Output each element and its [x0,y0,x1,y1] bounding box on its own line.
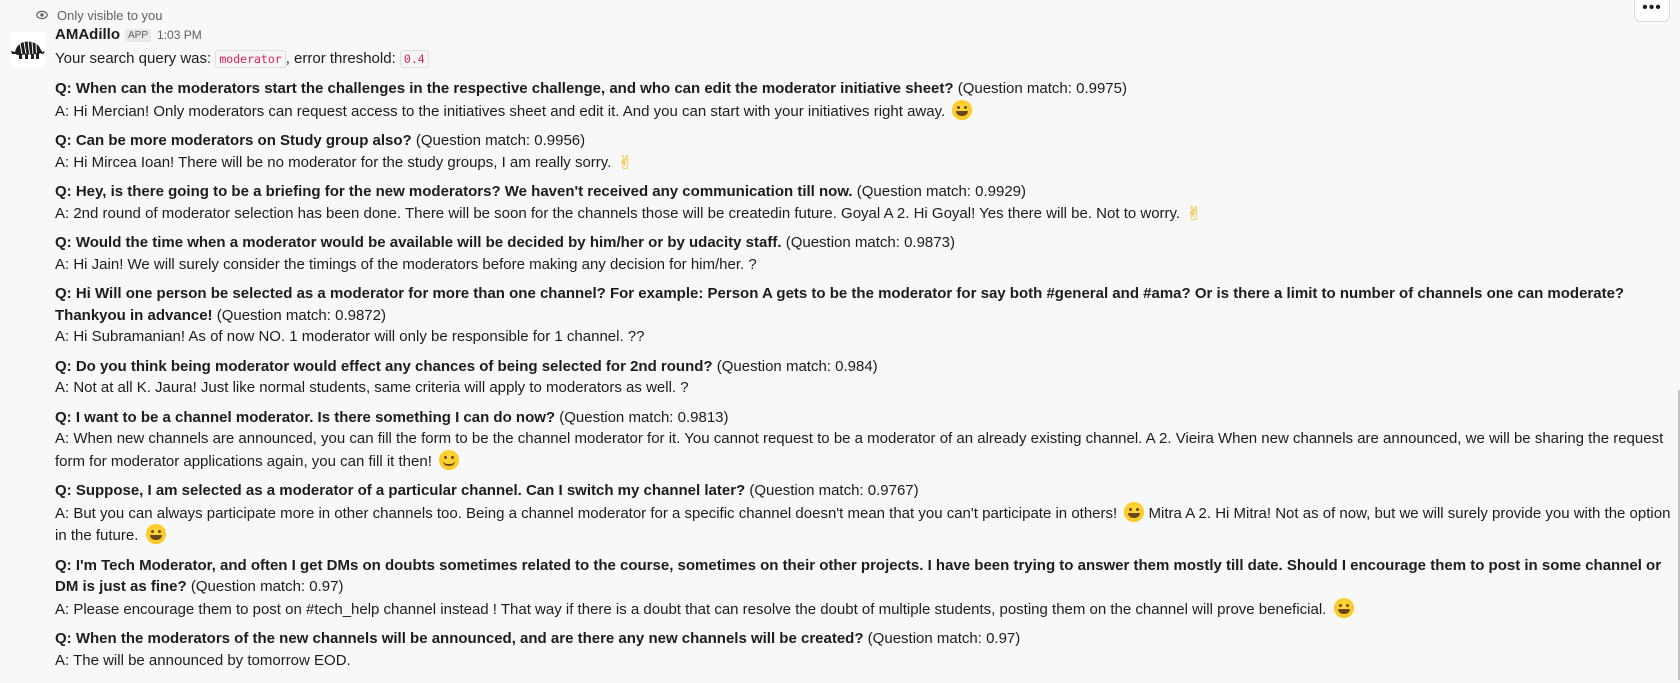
sender-name[interactable]: AMAdillo [55,26,120,43]
question-text: Q: When can the moderators start the cha… [55,80,954,97]
question-text: Q: Do you think being moderator would ef… [55,357,713,375]
question: Q: Hi Will one person be selected as a m… [55,283,1672,326]
answer: A: The will be announced by tomorrow EOD… [55,650,1672,672]
question-text: Q: Suppose, I am selected as a moderator… [55,482,746,499]
qa-item: Q: Would the time when a moderator would… [55,232,1672,275]
question: Q: Suppose, I am selected as a moderator… [55,480,1672,502]
question-match: (Question match: 0.9929) [852,183,1027,200]
question-match: (Question match: 0.984) [712,357,878,375]
grinning-face-emoji [952,99,973,120]
question-match: (Question match: 0.9873) [781,234,955,251]
qa-item: Q: Do you think being moderator would ef… [55,356,1672,399]
question-match: (Question match: 0.9872) [212,306,386,324]
message-timestamp[interactable]: 1:03 PM [157,28,202,42]
answer-text: A: Hi Jain! We will surely consider the … [55,255,757,273]
question: Q: When the moderators of the new channe… [55,628,1672,650]
slightly-smiling-face-emoji [439,449,460,470]
question-text: Q: Can be more moderators on Study group… [55,132,412,149]
answer-text: A: Hi Mircea Ioan! There will be no mode… [55,153,612,171]
answer-text: A: Hi Mercian! Only moderators can reque… [55,102,946,120]
grinning-face-emoji [145,524,166,544]
answer-text: A: When new channels are announced, you … [55,430,1664,470]
grinning-face-emoji [1333,597,1354,618]
answer-text: A: The will be announced by tomorrow EOD… [55,651,351,669]
answer: A: Hi Mircea Ioan! There will be no mode… [55,152,1672,174]
message-content: AMAdillo APP 1:03 PM Your search query w… [55,26,1672,671]
question-match: (Question match: 0.97) [863,630,1021,647]
grinning-face-emoji [1124,501,1145,522]
qa-item: Q: I'm Tech Moderator, and often I get D… [55,555,1672,621]
visibility-notice: Only visible to you [36,7,163,23]
more-actions-button[interactable]: ••• [1634,0,1670,22]
qa-item: Q: I want to be a channel moderator. Is … [55,407,1672,473]
qa-item: Q: Hey, is there going to be a briefing … [55,181,1672,224]
victory-hand-emoji: ✌ [1186,202,1203,225]
question: Q: Can be more moderators on Study group… [55,130,1672,152]
qa-item: Q: Suppose, I am selected as a moderator… [55,480,1672,547]
armadillo-avatar[interactable] [10,32,46,68]
question-text: Q: Hey, is there going to be a briefing … [55,183,853,200]
answer: A: Please encourage them to post on #tec… [55,597,1672,621]
victory-hand-emoji: ✌ [617,151,634,174]
question-match: (Question match: 0.97) [186,578,344,595]
threshold-prefix: , error threshold: [285,50,400,67]
message-header: AMAdillo APP 1:03 PM [55,26,1672,48]
answer: A: Hi Jain! We will surely consider the … [55,254,1672,276]
answer-text: A: 2nd round of moderator selection has … [55,204,1181,222]
more-actions-icon: ••• [1642,0,1662,16]
query-summary: Your search query was: moderator, error … [55,48,1672,70]
qa-item: Q: Hi Will one person be selected as a m… [55,283,1672,348]
question: Q: Would the time when a moderator would… [55,232,1672,254]
question: Q: I'm Tech Moderator, and often I get D… [55,555,1672,598]
question-text: Q: I want to be a channel moderator. Is … [55,408,556,426]
answer: A: 2nd round of moderator selection has … [55,203,1672,225]
answer-text: A: Not at all K. Jaura! Just like normal… [55,379,689,396]
armadillo-icon [11,40,45,59]
question-match: (Question match: 0.9813) [555,408,729,426]
qa-item: Q: When can the moderators start the cha… [55,78,1672,122]
question-text: Q: Would the time when a moderator would… [55,234,782,251]
question-match: (Question match: 0.9767) [745,482,919,499]
bot-message: Only visible to you ••• AMAdillo APP 1:0… [0,0,1680,683]
query-value: moderator [215,50,286,68]
question: Q: When can the moderators start the cha… [55,78,1672,100]
answer-text: A: Hi Subramanian! As of now NO. 1 moder… [55,328,645,345]
question-text: Q: When the moderators of the new channe… [55,630,864,647]
visibility-text: Only visible to you [57,7,163,23]
question: Q: I want to be a channel moderator. Is … [55,407,1672,429]
eye-icon [36,10,48,20]
answer: A: Not at all K. Jaura! Just like normal… [55,377,1672,399]
answer-text: A: Please encourage them to post on #tec… [55,600,1327,618]
answer: A: When new channels are announced, you … [55,428,1672,472]
question-match: (Question match: 0.9975) [953,80,1127,97]
answer: A: Hi Mercian! Only moderators can reque… [55,99,1672,123]
threshold-value: 0.4 [399,50,429,68]
qa-item: Q: When the moderators of the new channe… [55,628,1672,671]
question: Q: Do you think being moderator would ef… [55,356,1672,378]
question-match: (Question match: 0.9956) [411,132,586,149]
answer-text: A: But you can always participate more i… [55,504,1118,522]
qa-item: Q: Can be more moderators on Study group… [55,130,1672,173]
app-badge: APP [125,29,152,42]
answer: A: Hi Subramanian! As of now NO. 1 moder… [55,326,1672,348]
query-prefix: Your search query was: [55,50,216,67]
answer: A: But you can always participate more i… [55,501,1672,547]
question: Q: Hey, is there going to be a briefing … [55,181,1672,203]
